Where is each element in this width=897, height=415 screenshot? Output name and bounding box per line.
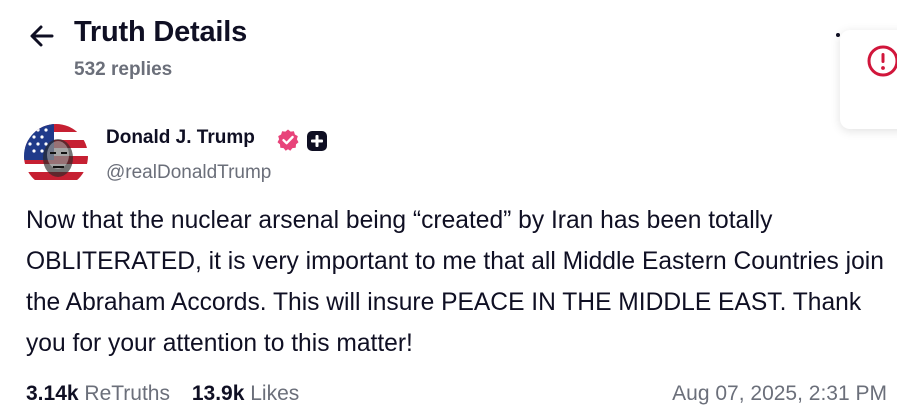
- back-button[interactable]: [26, 20, 58, 52]
- post-stats: 3.14k ReTruths 13.9k Likes: [26, 382, 299, 406]
- likes-stat[interactable]: 13.9k Likes: [192, 382, 299, 406]
- truth-details-page: Truth Details 532 replies Donald J. Trum…: [0, 0, 897, 415]
- alert-circle-icon[interactable]: [866, 44, 897, 78]
- author-handle[interactable]: @realDonaldTrump: [106, 162, 271, 184]
- avatar-image: [24, 124, 88, 188]
- reply-count: 532 replies: [74, 59, 173, 80]
- page-title: Truth Details: [74, 16, 248, 48]
- likes-label: Likes: [250, 382, 300, 405]
- post-text: Now that the nuclear arsenal being “crea…: [26, 207, 884, 357]
- avatar[interactable]: [24, 124, 88, 188]
- retruths-stat[interactable]: 3.14k ReTruths: [26, 382, 170, 406]
- author-name[interactable]: Donald J. Trump: [106, 127, 255, 149]
- retruths-label: ReTruths: [84, 382, 170, 405]
- plus-badge-icon: [307, 131, 327, 151]
- header: Truth Details 532 replies: [0, 0, 897, 100]
- arrow-left-icon: [30, 25, 54, 47]
- verified-badge-icon: [277, 129, 299, 151]
- post-timestamp: Aug 07, 2025, 2:31 PM: [672, 382, 887, 405]
- likes-count: 13.9k: [191, 382, 245, 405]
- retruths-count: 3.14k: [26, 382, 79, 405]
